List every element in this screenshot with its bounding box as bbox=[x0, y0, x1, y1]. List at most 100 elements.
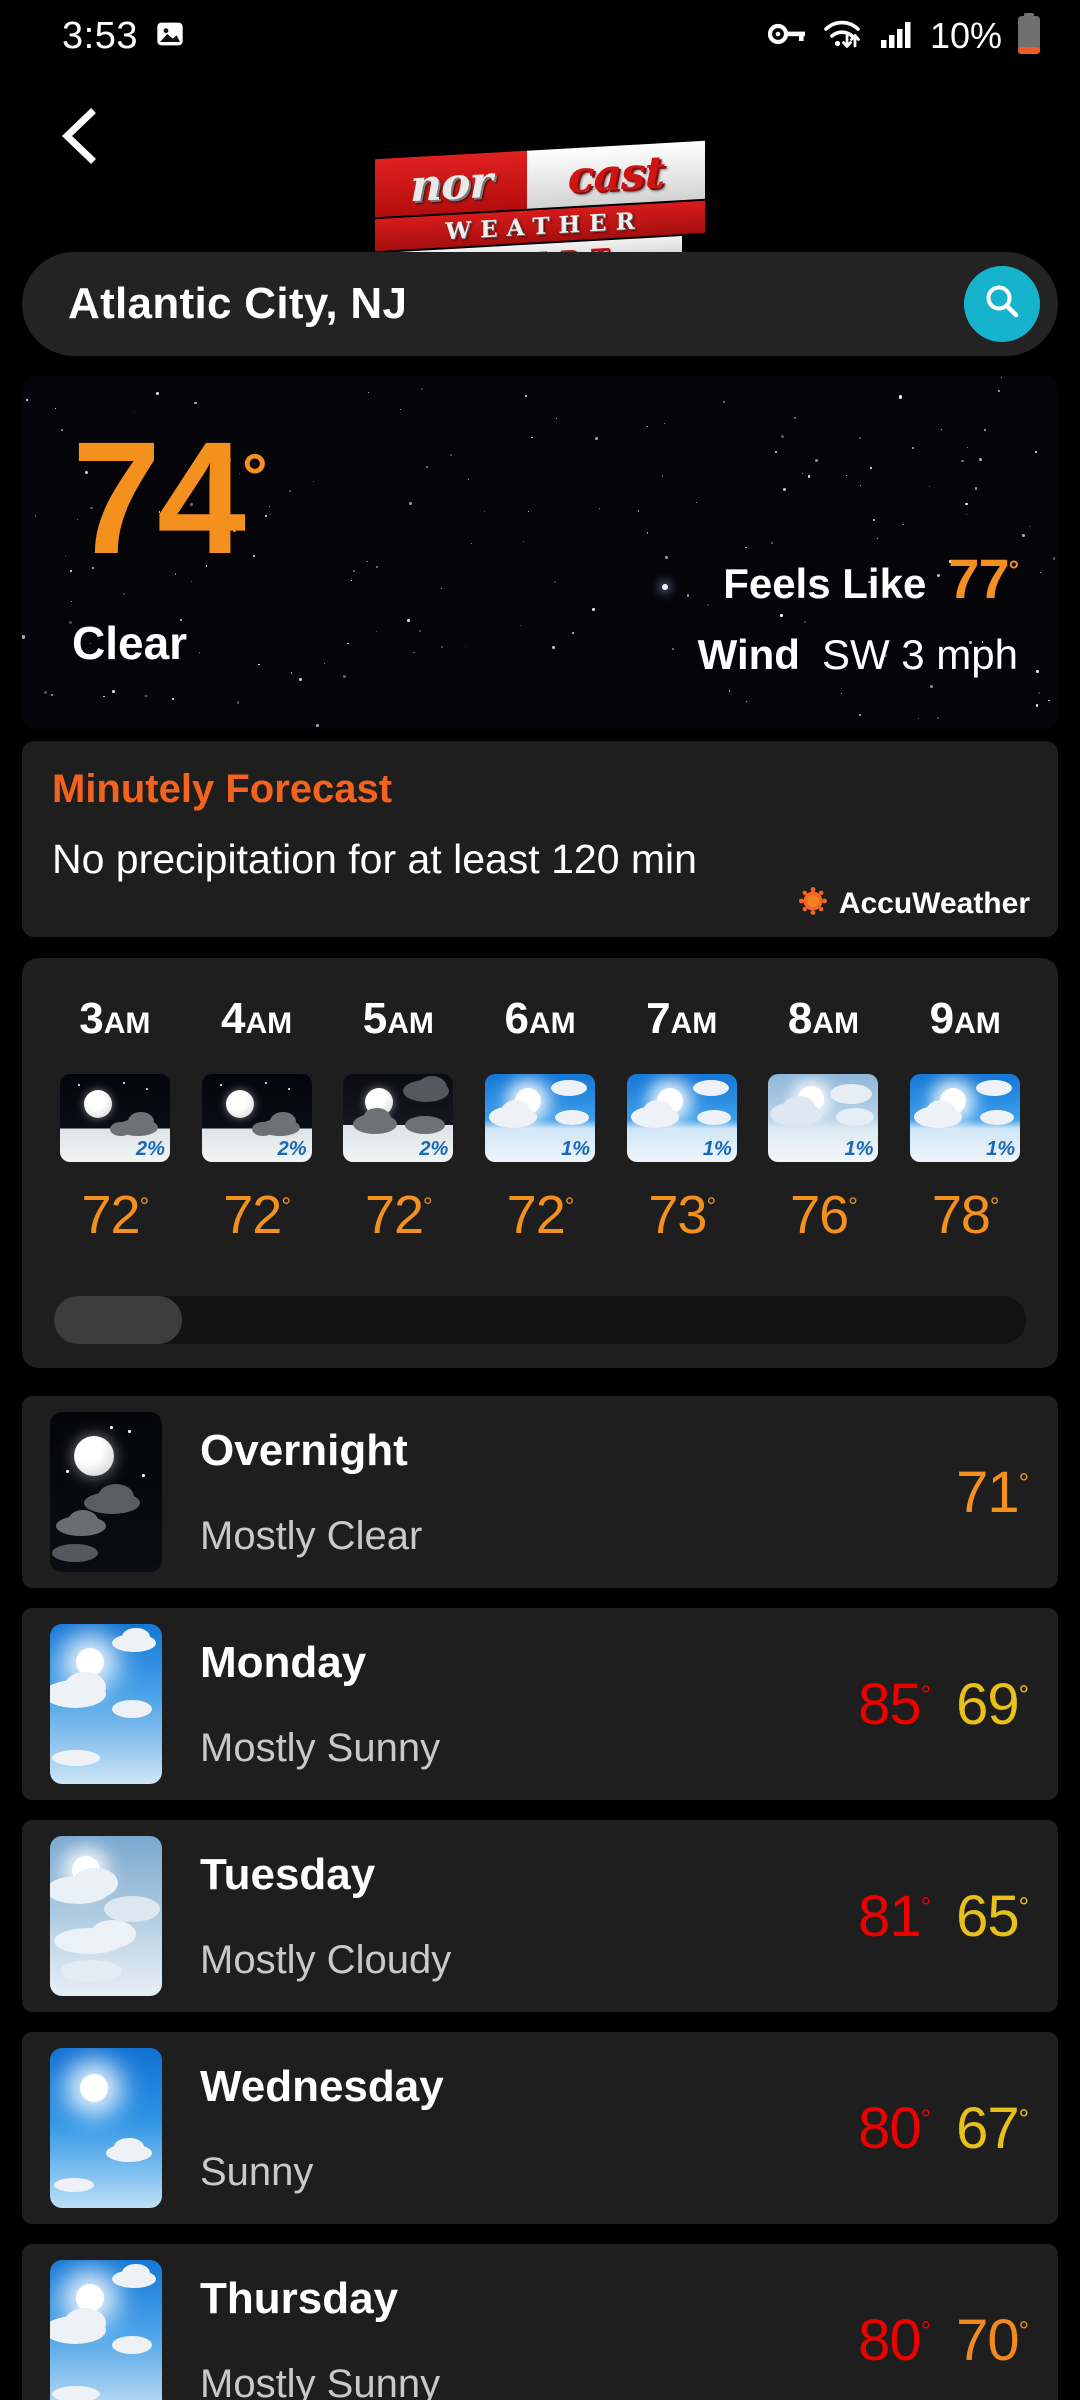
hourly-item[interactable]: 9AM 1% 78° bbox=[894, 994, 1036, 1246]
daily-forecast-row[interactable]: Thursday Mostly Sunny 80° 70° bbox=[22, 2244, 1058, 2400]
daily-condition: Mostly Sunny bbox=[200, 2361, 441, 2400]
hourly-time-label: 4AM bbox=[221, 994, 292, 1044]
daily-temperature: 71° bbox=[956, 1459, 1029, 1525]
daily-temps-group: 80° 70° bbox=[858, 2307, 1029, 2374]
minutely-forecast-card[interactable]: Minutely Forecast No precipitation for a… bbox=[22, 741, 1058, 937]
feels-like-label: Feels Like bbox=[723, 560, 927, 607]
daily-temps-group: 71° bbox=[956, 1459, 1029, 1526]
hourly-item[interactable]: 3AM 2% 72° bbox=[44, 994, 186, 1246]
hourly-item[interactable]: 6AM 1% 72° bbox=[469, 994, 611, 1246]
daily-low-temp: 65° bbox=[956, 1883, 1029, 1949]
current-condition-label: Clear bbox=[72, 617, 188, 669]
hourly-item[interactable]: 5AM 2% 72° bbox=[327, 994, 469, 1246]
hourly-temp-value: 72 bbox=[223, 1185, 282, 1245]
precipitation-percent: 2% bbox=[277, 1138, 307, 1160]
back-button[interactable] bbox=[48, 106, 112, 170]
precipitation-percent: 2% bbox=[135, 1138, 165, 1160]
hourly-ampm: AM bbox=[954, 1007, 1001, 1040]
feels-like-group: Feels Like 77° bbox=[723, 546, 1019, 611]
hourly-temp-value: 72 bbox=[506, 1185, 566, 1245]
hourly-forecast-card[interactable]: 3AM 2% 72° 4AM 2% 72° 5AM 2% 72° 6AM 1% 72° 7AM 1% 73°… bbox=[22, 958, 1058, 1368]
sun-icon bbox=[50, 2048, 162, 2208]
wind-value: SW 3 mph bbox=[821, 631, 1018, 678]
cloud-shape bbox=[109, 1122, 132, 1136]
moon-clear-icon: 2% bbox=[59, 1074, 170, 1162]
hourly-item[interactable]: 4AM 2% 72° bbox=[186, 994, 328, 1246]
cloud-shape bbox=[251, 1122, 274, 1136]
daily-high-value: 81 bbox=[858, 1883, 922, 1949]
status-time: 3:53 bbox=[62, 14, 138, 57]
moon-glyph bbox=[74, 1436, 114, 1476]
accuweather-sun-icon bbox=[798, 886, 828, 921]
daily-high-value: 85 bbox=[858, 1671, 922, 1737]
moon-glyph bbox=[83, 1090, 112, 1118]
current-conditions-card[interactable]: 74° Clear Feels Like 77° Wind SW 3 mph bbox=[22, 376, 1058, 729]
daily-text-group: Wednesday Sunny bbox=[200, 2062, 858, 2195]
hourly-ampm: AM bbox=[670, 1007, 718, 1040]
daily-day-name: Monday bbox=[200, 1637, 367, 1687]
image-icon bbox=[154, 18, 186, 55]
precipitation-percent: 1% bbox=[986, 1138, 1016, 1160]
signal-bars-icon bbox=[880, 19, 914, 54]
hourly-hour: 8 bbox=[787, 994, 813, 1043]
daily-forecast-row[interactable]: Overnight Mostly Clear 71° bbox=[22, 1396, 1058, 1588]
wind-group: Wind SW 3 mph bbox=[698, 631, 1018, 679]
daily-condition: Sunny bbox=[200, 2149, 314, 2194]
accuweather-label: AccuWeather bbox=[838, 886, 1030, 920]
current-temperature-degree: ° bbox=[241, 440, 268, 513]
daily-high-temp: 85° bbox=[858, 1671, 931, 1737]
hourly-temperature: 72° bbox=[81, 1185, 150, 1245]
daily-low-value: 67 bbox=[956, 2095, 1020, 2161]
minutely-text: No precipitation for at least 120 min bbox=[52, 836, 697, 882]
moon-clear-icon: 2% bbox=[201, 1074, 312, 1162]
sun-cloud-icon bbox=[50, 2260, 162, 2400]
daily-condition: Mostly Cloudy bbox=[200, 1937, 452, 1982]
precipitation-percent: 1% bbox=[561, 1138, 591, 1160]
hourly-item[interactable]: 7AM 1% 73° bbox=[611, 994, 753, 1246]
hourly-item[interactable]: 8AM 1% 76° bbox=[753, 994, 895, 1246]
daily-high-temp: 80° bbox=[858, 2095, 931, 2161]
hourly-temp-value: 76 bbox=[790, 1185, 849, 1245]
logo-nor-text: nor bbox=[410, 156, 492, 212]
daily-forecast-row[interactable]: Tuesday Mostly Cloudy 81° 65° bbox=[22, 1820, 1058, 2012]
daily-high-temp: 80° bbox=[858, 2307, 931, 2373]
hourly-hour: 4 bbox=[221, 994, 246, 1043]
daily-temp-value: 71 bbox=[956, 1459, 1020, 1525]
daily-low-temp: 67° bbox=[956, 2095, 1029, 2161]
daily-text-group: Thursday Mostly Sunny bbox=[200, 2274, 858, 2400]
hourly-temperature: 72° bbox=[223, 1185, 291, 1245]
current-temperature-value: 74 bbox=[72, 408, 246, 587]
vpn-key-icon bbox=[767, 19, 808, 54]
search-button[interactable] bbox=[964, 266, 1040, 342]
status-bar: 3:53 10% bbox=[0, 0, 1080, 72]
daily-temps-group: 80° 67° bbox=[858, 2095, 1029, 2162]
moon-glyph bbox=[225, 1090, 254, 1118]
hourly-scrollbar[interactable] bbox=[54, 1296, 1026, 1344]
battery-icon bbox=[1016, 12, 1042, 60]
hourly-hour: 5 bbox=[362, 994, 388, 1043]
hourly-time-label: 8AM bbox=[788, 994, 859, 1044]
cloudy-icon bbox=[50, 1836, 162, 1996]
battery-percent-label: 10% bbox=[929, 15, 1002, 56]
daily-forecast-row[interactable]: Monday Mostly Sunny 85° 69° bbox=[22, 1608, 1058, 1800]
moon-cloudy-icon: 2% bbox=[343, 1074, 454, 1162]
accuweather-attribution: AccuWeather bbox=[798, 886, 1030, 921]
hourly-ampm: AM bbox=[387, 1007, 434, 1040]
feels-like-number: 77 bbox=[948, 547, 1009, 610]
hourly-ampm: AM bbox=[245, 1007, 293, 1040]
hourly-hour: 3 bbox=[79, 994, 104, 1043]
search-bar[interactable]: Atlantic City, NJ bbox=[22, 252, 1058, 356]
hourly-scrollbar-thumb[interactable] bbox=[54, 1296, 182, 1344]
daily-low-temp: 70° bbox=[956, 2307, 1029, 2373]
hourly-time-label: 5AM bbox=[363, 994, 434, 1044]
daily-forecast-row[interactable]: Wednesday Sunny 80° 67° bbox=[22, 2032, 1058, 2224]
logo-cast-text: cast bbox=[567, 146, 665, 203]
status-bar-right: 10% bbox=[767, 12, 1042, 60]
search-input[interactable]: Atlantic City, NJ bbox=[68, 279, 964, 329]
daily-temps-group: 81° 65° bbox=[858, 1883, 1029, 1950]
precipitation-percent: 2% bbox=[419, 1138, 449, 1160]
sun-cloud-icon: 1% bbox=[626, 1074, 737, 1162]
daily-condition: Mostly Sunny bbox=[200, 1725, 441, 1770]
daily-text-group: Monday Mostly Sunny bbox=[200, 1638, 858, 1771]
hourly-temperature: 73° bbox=[648, 1185, 716, 1245]
